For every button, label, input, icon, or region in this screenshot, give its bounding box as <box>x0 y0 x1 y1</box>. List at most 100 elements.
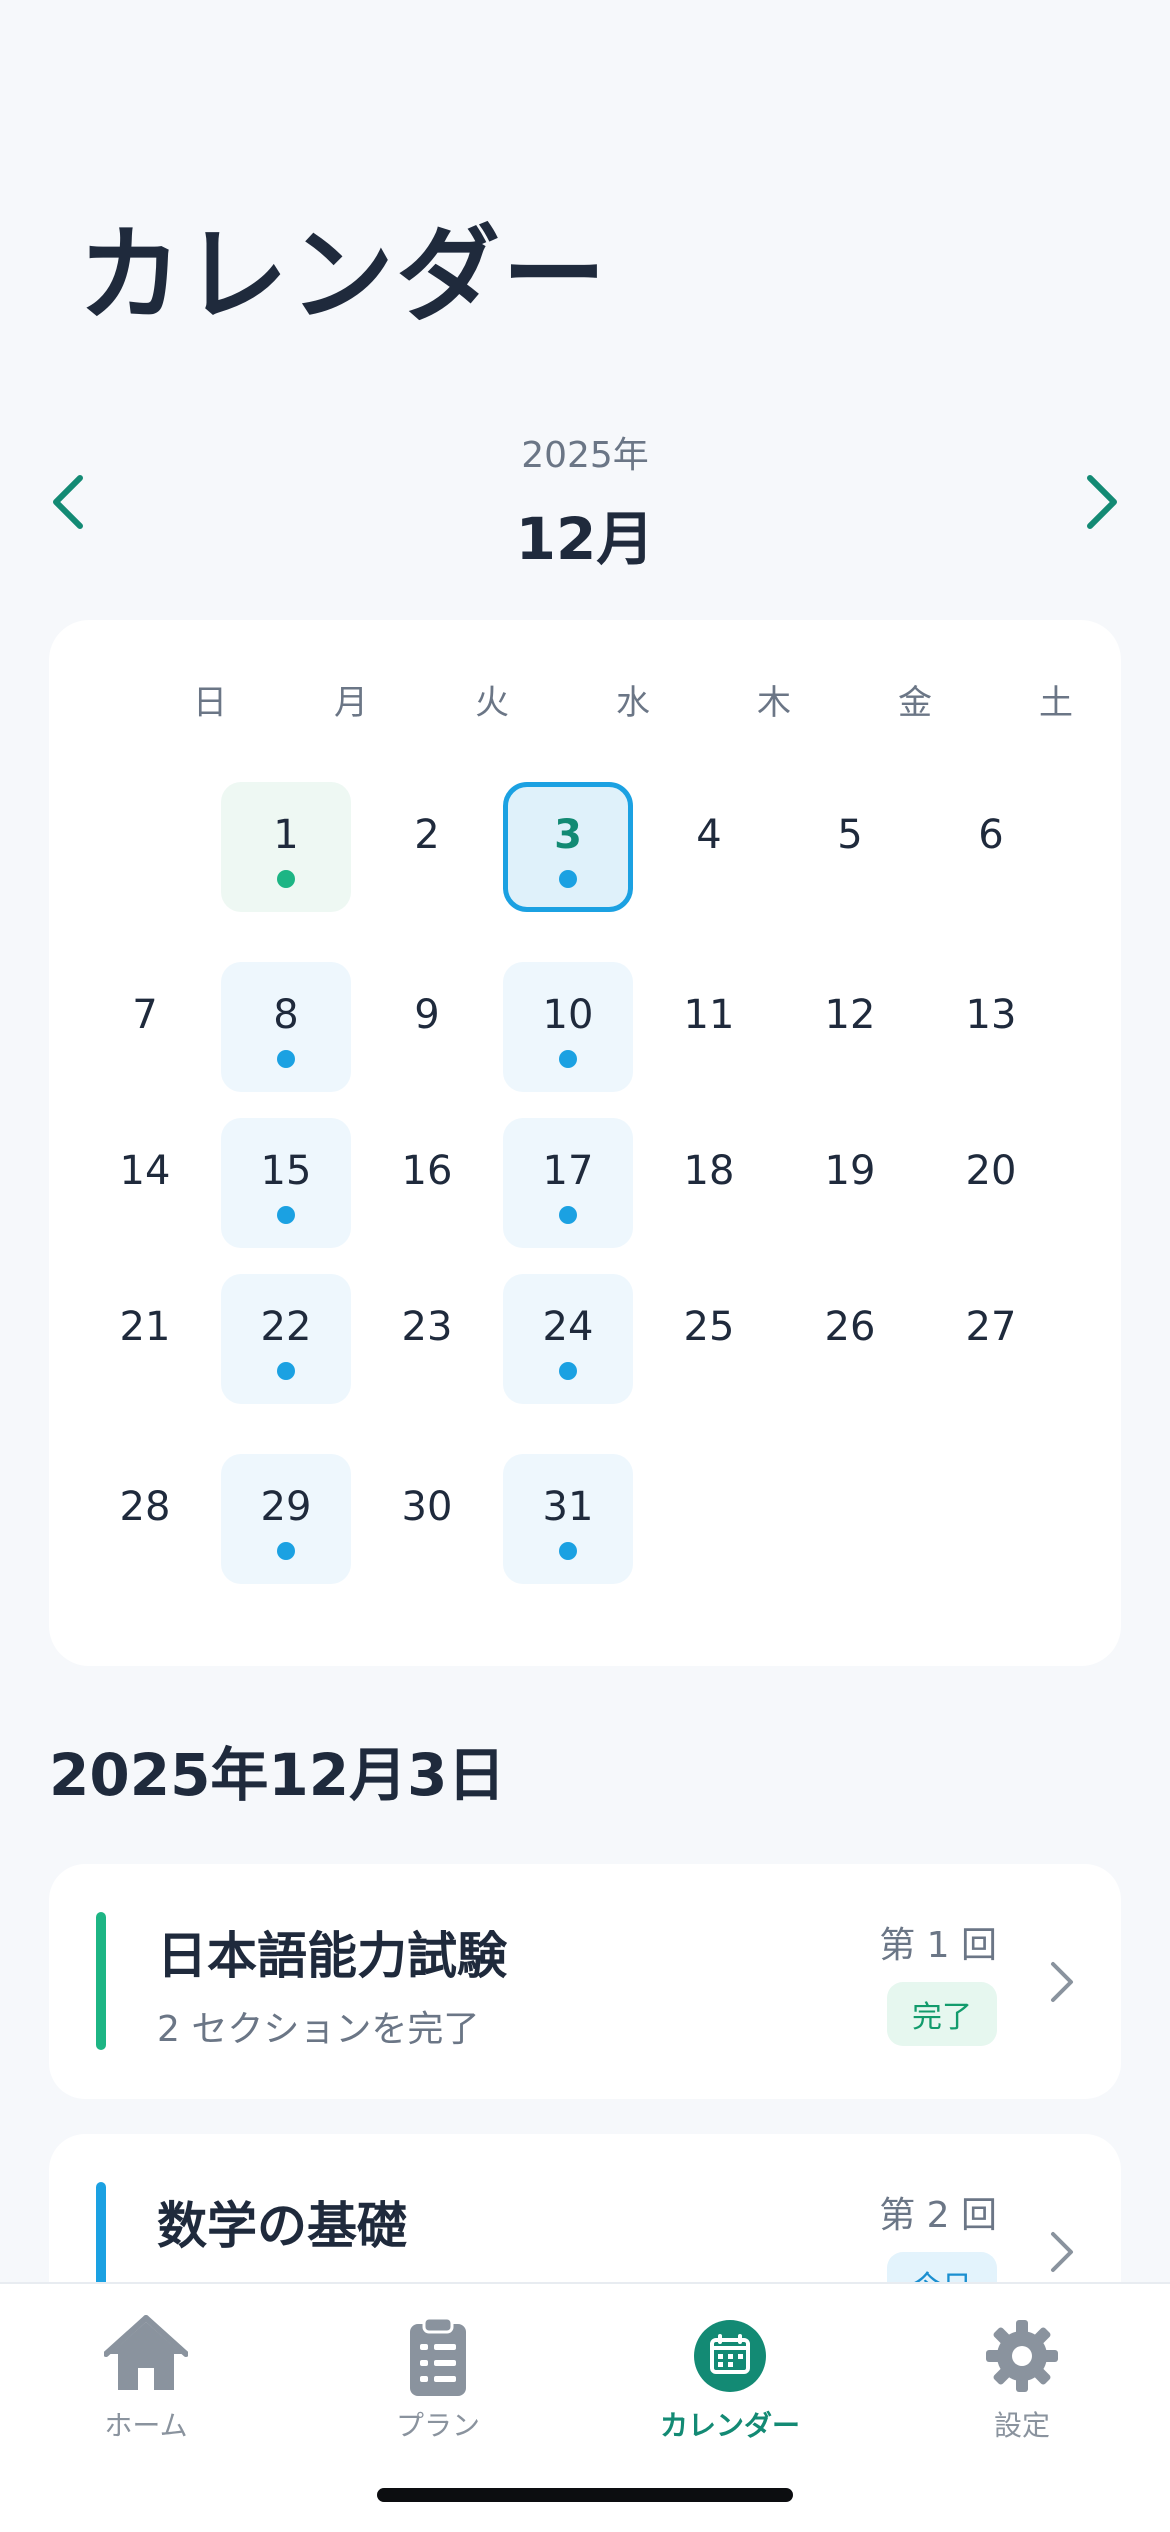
calendar-day[interactable]: 2 <box>362 782 492 912</box>
day-number: 12 <box>824 992 876 1038</box>
calendar-day[interactable]: 18 <box>644 1118 774 1248</box>
calendar-day[interactable]: 22 <box>221 1274 351 1404</box>
next-month-button[interactable] <box>1072 462 1132 542</box>
session-subtitle: 2 セクションを完了 <box>157 2009 480 2050</box>
month-navigator: 2025年 12月 <box>0 420 1170 580</box>
planned-dot <box>559 1050 577 1068</box>
weekday-label: 月 <box>334 683 368 723</box>
day-number: 23 <box>401 1304 453 1350</box>
accent-bar <box>96 1912 106 2050</box>
calendar-day[interactable]: 23 <box>362 1274 492 1404</box>
status-badge: 完了 <box>887 1982 997 2046</box>
calendar-day[interactable]: 20 <box>926 1118 1056 1248</box>
calendar-day[interactable]: 27 <box>926 1274 1056 1404</box>
tab-calendar[interactable]: カレンダー <box>584 2298 876 2448</box>
day-number: 19 <box>824 1148 876 1194</box>
calendar-day[interactable]: 28 <box>80 1454 210 1584</box>
calendar-day[interactable]: 7 <box>80 962 210 1092</box>
day-number: 27 <box>965 1304 1017 1350</box>
day-number: 15 <box>260 1148 312 1194</box>
calendar-day[interactable]: 13 <box>926 962 1056 1092</box>
session-round: 第 1 回 <box>879 1925 997 1966</box>
day-number: 17 <box>542 1148 594 1194</box>
calendar-day[interactable]: 12 <box>785 962 915 1092</box>
calendar-day[interactable]: 31 <box>503 1454 633 1584</box>
calendar-day[interactable]: 8 <box>221 962 351 1092</box>
planned-dot <box>277 1050 295 1068</box>
planned-dot <box>559 1542 577 1560</box>
day-number: 30 <box>401 1484 453 1530</box>
weekday-label: 水 <box>616 683 650 723</box>
year-label: 2025年 <box>521 435 649 476</box>
planned-dot <box>277 1206 295 1224</box>
tab-label: 設定 <box>993 2409 1050 2442</box>
day-number: 29 <box>260 1484 312 1530</box>
day-number: 5 <box>837 812 863 858</box>
session-card[interactable]: 日本語能力試験 2 セクションを完了 第 1 回 完了 <box>49 1864 1121 2099</box>
calendar-day[interactable]: 17 <box>503 1118 633 1248</box>
session-title: 数学の基礎 <box>157 2197 407 2255</box>
weekday-label: 日 <box>193 683 227 723</box>
planned-dot <box>277 1362 295 1380</box>
day-number: 25 <box>683 1304 735 1350</box>
day-number: 9 <box>414 992 440 1038</box>
day-number: 4 <box>696 812 722 858</box>
day-number: 3 <box>554 812 582 858</box>
gear-icon <box>986 2320 1058 2392</box>
calendar-day[interactable]: 6 <box>926 782 1056 912</box>
day-number: 24 <box>542 1304 594 1350</box>
calendar-day[interactable]: 5 <box>785 782 915 912</box>
day-number: 6 <box>978 812 1004 858</box>
day-number: 20 <box>965 1148 1017 1194</box>
home-icon <box>104 2315 188 2390</box>
calendar-screen: カレンダー 2025年 12月 日 月 火 水 木 金 土 1234567891… <box>0 0 1170 2532</box>
tab-label: カレンダー <box>659 2409 800 2442</box>
planned-dot <box>277 1542 295 1560</box>
calendar-icon <box>694 2320 766 2392</box>
calendar-grid: 日 月 火 水 木 金 土 1 2 3 4 5 6 7 8 9 10 11 12 13 14 15 16 17 1… <box>49 620 1121 1666</box>
calendar-day[interactable]: 29 <box>221 1454 351 1584</box>
day-number: 14 <box>119 1148 171 1194</box>
day-number: 28 <box>119 1484 171 1530</box>
calendar-day[interactable]: 24 <box>503 1274 633 1404</box>
calendar-day[interactable]: 19 <box>785 1118 915 1248</box>
day-number: 22 <box>260 1304 312 1350</box>
calendar-day[interactable]: 26 <box>785 1274 915 1404</box>
day-number: 26 <box>824 1304 876 1350</box>
calendar-day[interactable]: 25 <box>644 1274 774 1404</box>
tab-label: ホーム <box>104 2409 188 2442</box>
day-number: 31 <box>542 1484 594 1530</box>
day-number: 1 <box>273 812 299 858</box>
tab-label: プラン <box>395 2409 480 2442</box>
page-title: カレンダー <box>78 214 609 336</box>
planned-dot <box>559 1206 577 1224</box>
selected-date-heading: 2025年12月3日 <box>49 1741 506 1809</box>
calendar-day[interactable]: 16 <box>362 1118 492 1248</box>
weekday-label: 金 <box>898 683 932 723</box>
weekday-label: 木 <box>757 683 791 723</box>
tab-settings[interactable]: 設定 <box>876 2298 1168 2448</box>
calendar-day[interactable]: 3 <box>503 782 633 912</box>
calendar-day[interactable]: 9 <box>362 962 492 1092</box>
day-number: 8 <box>273 992 299 1038</box>
session-title: 日本語能力試験 <box>157 1927 507 1985</box>
clipboard-icon <box>410 2316 466 2396</box>
day-number: 11 <box>683 992 735 1038</box>
day-number: 13 <box>965 992 1017 1038</box>
calendar-day[interactable]: 21 <box>80 1274 210 1404</box>
day-number: 16 <box>401 1148 453 1194</box>
weekday-label: 火 <box>475 683 509 723</box>
calendar-day[interactable]: 30 <box>362 1454 492 1584</box>
calendar-day[interactable]: 10 <box>503 962 633 1092</box>
calendar-day[interactable]: 15 <box>221 1118 351 1248</box>
day-number: 21 <box>119 1304 171 1350</box>
tab-home[interactable]: ホーム <box>0 2298 292 2448</box>
calendar-day[interactable]: 11 <box>644 962 774 1092</box>
chevron-right-icon <box>1087 475 1117 529</box>
calendar-day[interactable]: 1 <box>221 782 351 912</box>
calendar-day[interactable]: 14 <box>80 1118 210 1248</box>
day-number: 7 <box>132 992 158 1038</box>
weekday-label: 土 <box>1039 683 1073 723</box>
calendar-day[interactable]: 4 <box>644 782 774 912</box>
tab-plan[interactable]: プラン <box>292 2298 584 2448</box>
